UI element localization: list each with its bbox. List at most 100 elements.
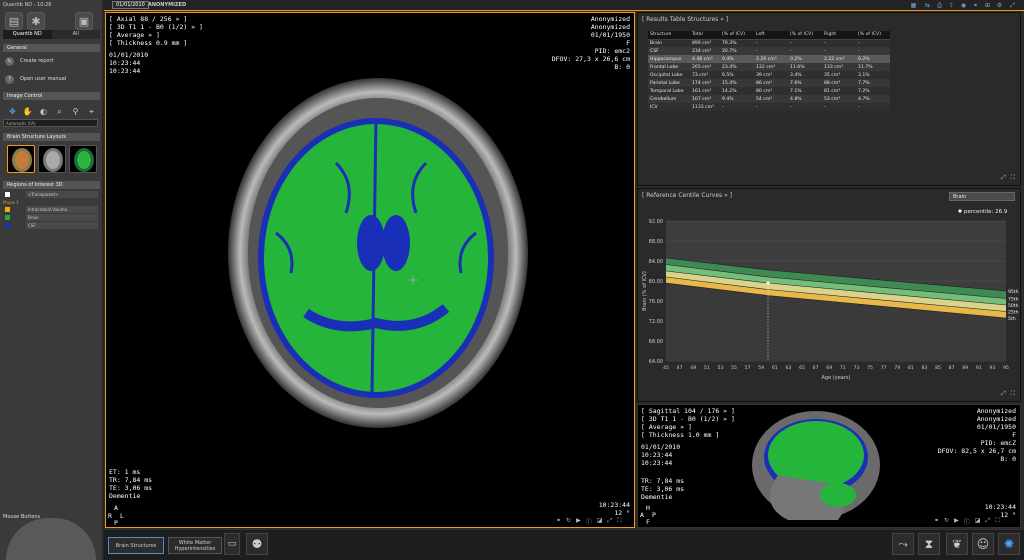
table-row[interactable]: Frontal Lobe 265 cm³ 23.4% 132 cm³ 11.6% 133 … — [648, 63, 890, 71]
magnify-icon[interactable]: ⚲ — [70, 106, 81, 117]
sag-cine-icon[interactable]: ▶ — [954, 517, 959, 526]
print-icon[interactable]: ⎙ — [936, 2, 943, 9]
sag-info-icon[interactable]: ⓘ — [964, 517, 970, 526]
sag-overlay-icon[interactable]: ◪ — [975, 517, 981, 526]
results-fullscreen-icon[interactable]: ⛶ — [1011, 174, 1015, 182]
x-tick-label: 93 — [989, 365, 995, 371]
col-right: Right — [822, 31, 856, 40]
crosshair-tool-icon[interactable]: ✥ — [7, 106, 18, 117]
roi-icv-swatch — [5, 207, 10, 212]
wmh-button[interactable]: White Matter Hyperintensities — [168, 537, 222, 554]
sagittal-orientation-h: H — [646, 504, 650, 512]
curves-fullscreen-icon[interactable]: ⛶ — [1011, 390, 1015, 398]
table-row[interactable]: Hippocampus 4.48 cm³ 0.4% 2.26 cm³ 0.2% 2.22 … — [648, 55, 890, 63]
table-cell: ICV — [648, 103, 690, 111]
table-cell: 2.26 cm³ — [754, 55, 788, 63]
table-row[interactable]: ICV 1133 cm³ - - - - - — [648, 103, 890, 111]
brain-thumbnail-icon[interactable]: ⚉ — [246, 533, 268, 555]
patient-marker — [766, 281, 770, 285]
general-header[interactable]: General — [3, 44, 100, 52]
roi-header[interactable]: Regions of Interest 3D — [3, 181, 100, 189]
layouts-header[interactable]: Brain Structure Layouts — [3, 133, 100, 141]
axial-viewer[interactable]: [ Axial 88 / 256 » ] [ 3D T1 1 - B0 (1/2… — [105, 12, 635, 528]
roi-item-csf[interactable]: CSF — [3, 222, 98, 229]
window-level-icon[interactable]: ◐ — [38, 106, 49, 117]
overlay-icon[interactable]: ◪ — [597, 517, 603, 526]
tab-quantib-nd[interactable]: Quantib ND — [3, 30, 52, 39]
pan-tool-icon[interactable]: ✋ — [22, 106, 33, 117]
sync-icon[interactable]: ⇆ — [924, 2, 931, 9]
maximize-icon[interactable]: ⤢ — [1009, 2, 1016, 9]
roi-transparent-row[interactable]: <Transparent> — [3, 191, 98, 198]
window-preset-select[interactable]: Automatic (FA) — [3, 119, 98, 127]
layout-thumb-2[interactable] — [38, 145, 66, 173]
table-row[interactable]: Brain 899 cm³ 79.3% - - - - — [648, 39, 890, 47]
results-fit-icon[interactable]: ⤢ — [1001, 174, 1006, 182]
sagittal-view-controls: ⚭ ↻ ▶ ⓘ ◪ ⤢ ⛶ — [934, 517, 999, 526]
table-cell: 23.4% — [720, 63, 754, 71]
sagittal-viewer[interactable]: [ Sagittal 104 / 176 » ] [ 3D T1 1 - B0 … — [637, 404, 1021, 528]
table-cell: 161 cm³ — [690, 87, 720, 95]
table-cell: 86 cm³ — [754, 79, 788, 87]
tools-icon[interactable]: ⤳ — [892, 533, 914, 555]
link-icon[interactable]: ⚭ — [972, 2, 979, 9]
brain-icon[interactable]: ❦ — [946, 533, 968, 555]
sag-reset-icon[interactable]: ↻ — [944, 517, 949, 526]
screenshot-icon[interactable]: ▭ — [224, 533, 240, 555]
reset-view-icon[interactable]: ↻ — [566, 517, 571, 526]
roi-item-brain[interactable]: Brain — [3, 214, 98, 221]
fit-icon[interactable]: ⤢ — [607, 517, 612, 526]
image-control-header[interactable]: Image Control — [3, 92, 100, 100]
save-icon[interactable]: ▤ — [5, 12, 23, 30]
brain-structures-button[interactable]: Brain Structures — [108, 537, 164, 554]
table-cell: 3.1% — [856, 71, 890, 79]
axial-series-info[interactable]: [ Axial 88 / 256 » ] [ 3D T1 1 - B0 (1/2… — [109, 15, 203, 47]
open-manual-item[interactable]: ? Open user manual — [5, 74, 66, 84]
structure-select[interactable]: Brain — [949, 192, 1015, 201]
table-cell: Parietal Lobe — [648, 79, 690, 87]
table-cell: Temporal Lobe — [648, 87, 690, 95]
results-title[interactable]: [ Results Table Structures » ] — [642, 16, 728, 23]
camera-icon[interactable]: ◉ — [960, 2, 967, 9]
measure-icon[interactable]: ⌖ — [86, 106, 97, 117]
curves-title[interactable]: [ Reference Centile Curves » ] — [642, 192, 732, 199]
x-tick-label: 65 — [799, 365, 805, 371]
create-report-item[interactable]: ✎ Create report — [5, 56, 53, 66]
table-row[interactable]: Occipital Lobe 73 cm³ 6.5% 39 cm³ 3.4% 35 cm³… — [648, 71, 890, 79]
fullscreen-icon[interactable]: ⛶ — [617, 517, 621, 526]
toolbox-icon[interactable]: ▣ — [75, 12, 93, 30]
sagittal-series-info[interactable]: [ Sagittal 104 / 176 » ] [ 3D T1 1 - B0 … — [641, 407, 735, 439]
layout-thumb-3[interactable] — [69, 145, 97, 173]
table-cell: - — [822, 47, 856, 55]
sag-fit-icon[interactable]: ⤢ — [985, 517, 990, 526]
table-row[interactable]: Cerebellum 107 cm³ 9.4% 54 cm³ 4.8% 53 cm³ 4.7… — [648, 95, 890, 103]
grid-icon[interactable]: ⊞ — [984, 2, 991, 9]
manual-icon: ? — [5, 74, 14, 84]
settings-icon[interactable]: ⚙ — [996, 2, 1003, 9]
layout-icon[interactable]: ▦ — [910, 2, 917, 9]
table-row[interactable]: Parietal Lobe 174 cm³ 15.4% 86 cm³ 7.6% 88 cm… — [648, 79, 890, 87]
export-icon[interactable]: ⇪ — [948, 2, 955, 9]
plugin-icon[interactable]: ✱ — [27, 12, 45, 30]
sagittal-orientation-a: A — [640, 511, 644, 519]
table-cell: 73 cm³ — [690, 71, 720, 79]
sag-fullscreen-icon[interactable]: ⛶ — [995, 517, 999, 526]
table-row[interactable]: Temporal Lobe 161 cm³ 14.2% 80 cm³ 7.1% 81 cm… — [648, 87, 890, 95]
table-row[interactable]: CSF 234 cm³ 20.7% - - - - — [648, 47, 890, 55]
hourglass-icon[interactable]: ⧗ — [918, 533, 940, 555]
tab-all[interactable]: All — [51, 30, 100, 39]
cine-icon[interactable]: ▶ — [576, 517, 581, 526]
curves-fit-icon[interactable]: ⤢ — [1001, 390, 1006, 398]
mouse-buttons-pad[interactable] — [6, 518, 96, 560]
zoom-tool-icon[interactable]: ⌕ — [54, 106, 65, 117]
study-date-tab[interactable]: 01/01/2010 — [112, 1, 149, 9]
network-icon[interactable]: ✺ — [998, 533, 1020, 555]
link-view-icon[interactable]: ⚭ — [556, 517, 561, 526]
table-cell: 7.2% — [856, 87, 890, 95]
layout-thumb-1[interactable] — [7, 145, 35, 173]
head-icon[interactable]: ☺ — [972, 533, 994, 555]
roi-item-icv[interactable]: Intracranial Volume — [3, 206, 98, 213]
info-icon[interactable]: ⓘ — [586, 517, 592, 526]
sag-link-icon[interactable]: ⚭ — [934, 517, 939, 526]
table-cell: 4.48 cm³ — [690, 55, 720, 63]
